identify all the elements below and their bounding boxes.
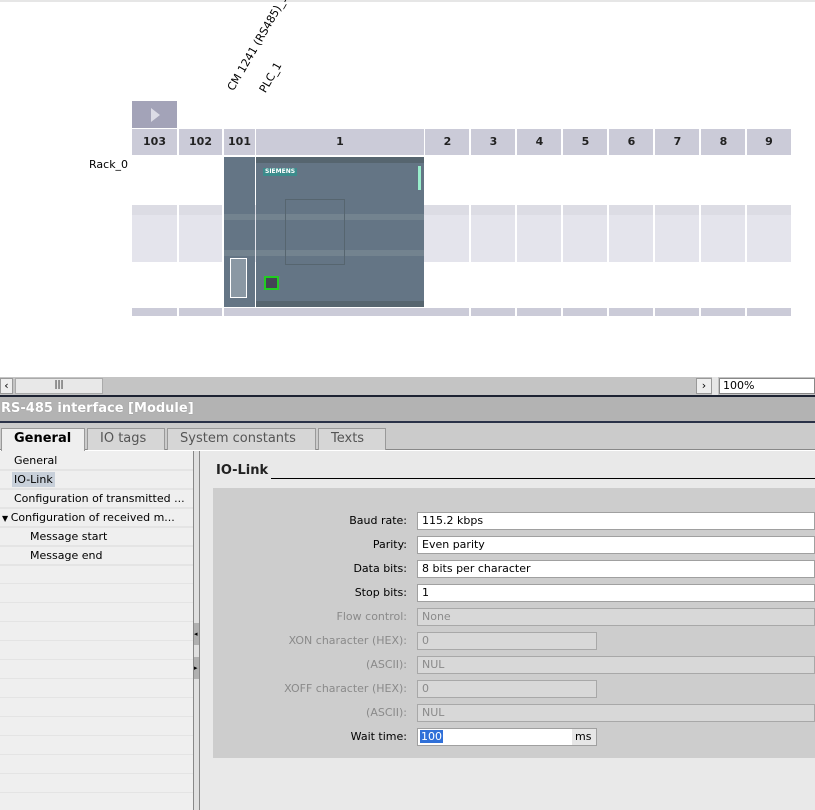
wait-time-value: 100 <box>420 730 443 743</box>
slot-header-7[interactable]: 7 <box>655 129 700 155</box>
slot-header-4[interactable]: 4 <box>517 129 562 155</box>
tab-io-tags[interactable]: IO tags <box>87 428 165 450</box>
horizontal-scrollbar[interactable]: ‹ ||| › 100% <box>0 377 815 395</box>
xoff-ascii-label: (ASCII): <box>366 706 407 719</box>
slot-header-3[interactable]: 3 <box>471 129 516 155</box>
slot-header-101[interactable]: 101 <box>224 129 255 155</box>
xoff-ascii-input: NUL <box>417 704 815 722</box>
slot-header-8[interactable]: 8 <box>701 129 746 155</box>
section-rule <box>271 478 815 479</box>
slot-header-103[interactable]: 103 <box>132 129 177 155</box>
slot-divider <box>699 129 701 316</box>
baud-rate-label: Baud rate: <box>349 514 407 527</box>
slot-header-2[interactable]: 2 <box>425 129 470 155</box>
play-icon <box>151 108 160 122</box>
top-border <box>0 0 815 2</box>
slot-header-6[interactable]: 6 <box>609 129 654 155</box>
tab-system-constants[interactable]: System constants <box>167 428 316 450</box>
expand-right-icon[interactable]: ▸ <box>194 657 199 679</box>
data-bits-select[interactable]: 8 bits per character <box>417 560 815 578</box>
xon-ascii-label: (ASCII): <box>366 658 407 671</box>
slot-divider <box>469 129 471 316</box>
slot-divider <box>653 129 655 316</box>
section-title: IO-Link <box>216 463 269 478</box>
parity-select[interactable]: Even parity <box>417 536 815 554</box>
nav-item-general[interactable]: General <box>0 452 193 471</box>
nav-item-message-end[interactable]: Message end <box>0 547 193 566</box>
xoff-hex-input: 0 <box>417 680 597 698</box>
expanded-arrow-icon[interactable]: ▼ <box>2 514 11 523</box>
zoom-input[interactable]: 100% <box>719 378 815 394</box>
panel-splitter[interactable]: ◂ ▸ <box>193 451 200 810</box>
wait-time-input[interactable]: 100 ms <box>417 728 597 746</box>
xon-hex-label: XON character (HEX): <box>288 634 407 647</box>
wait-time-unit: ms <box>572 729 596 745</box>
inspector-title: RS-485 interface [Module] <box>0 395 815 423</box>
slot-divider <box>561 129 563 316</box>
baud-rate-select[interactable]: 115.2 kbps <box>417 512 815 530</box>
wait-time-label: Wait time: <box>350 730 407 743</box>
module-label-cm1241[interactable]: CM 1241 (RS485)_1 <box>225 0 291 93</box>
nav-item-message-start[interactable]: Message start <box>0 528 193 547</box>
flow-control-label: Flow control: <box>336 610 407 623</box>
ethernet-port-icon <box>264 276 279 290</box>
nav-item-label: IO-Link <box>12 472 55 487</box>
nav-item-config-transmitted[interactable]: Configuration of transmitted ... <box>0 490 193 509</box>
nav-item-io-link[interactable]: IO-Link <box>0 471 193 490</box>
scroll-thumb[interactable]: ||| <box>15 378 103 394</box>
slot-divider <box>515 129 517 316</box>
slot-header-1[interactable]: 1 <box>256 129 424 155</box>
cm1241-module[interactable] <box>224 157 255 307</box>
flow-control-select: None <box>417 608 815 626</box>
slot-divider <box>745 129 747 316</box>
siemens-logo: SIEMENS <box>263 168 298 176</box>
stop-bits-label: Stop bits: <box>354 586 407 599</box>
parity-label: Parity: <box>372 538 407 551</box>
slot-header-9[interactable]: 9 <box>747 129 791 155</box>
rack-band <box>132 308 791 316</box>
module-label-plc[interactable]: PLC_1 <box>257 60 285 95</box>
cpu-module[interactable]: SIEMENS <box>256 157 424 307</box>
nav-item-config-received[interactable]: ▼ Configuration of received m... <box>0 509 193 528</box>
slot-header-5[interactable]: 5 <box>563 129 608 155</box>
xon-hex-input: 0 <box>417 632 597 650</box>
slot-divider <box>177 129 179 316</box>
xon-ascii-input: NUL <box>417 656 815 674</box>
nav-item-label: Configuration of received m... <box>10 511 175 524</box>
scroll-right-icon[interactable]: › <box>696 378 712 394</box>
scroll-left-icon[interactable]: ‹ <box>0 378 13 394</box>
db9-connector-icon <box>230 258 247 298</box>
stop-bits-select[interactable]: 1 <box>417 584 815 602</box>
xoff-hex-label: XOFF character (HEX): <box>284 682 407 695</box>
collapse-left-icon[interactable]: ◂ <box>194 623 199 645</box>
expand-rack-button[interactable] <box>132 101 177 128</box>
rack-name: Rack_0 <box>89 158 129 171</box>
data-bits-label: Data bits: <box>353 562 407 575</box>
slot-divider <box>607 129 609 316</box>
tab-general[interactable]: General <box>1 428 85 451</box>
slot-header-102[interactable]: 102 <box>178 129 223 155</box>
tab-texts[interactable]: Texts <box>318 428 386 450</box>
